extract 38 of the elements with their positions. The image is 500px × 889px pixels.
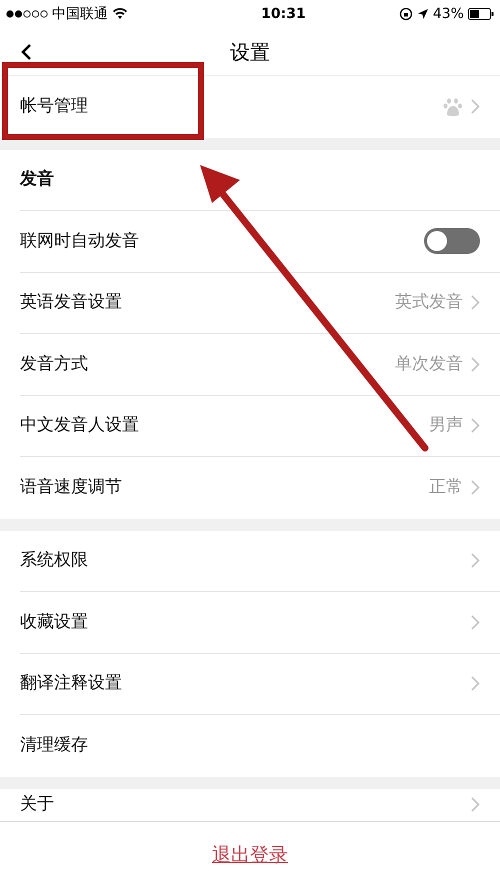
rotation-lock-icon	[398, 7, 413, 21]
logout-link[interactable]: 退出登录	[212, 841, 288, 870]
chevron-right-icon	[471, 553, 480, 568]
row-label: 关于	[20, 792, 54, 816]
back-icon[interactable]	[20, 42, 32, 60]
row-value: 单次发音	[395, 352, 463, 376]
carrier-name: 中国联通	[52, 4, 108, 24]
row-label: 清理缓存	[20, 734, 88, 757]
row-label: 联网时自动发音	[20, 230, 139, 252]
row-label: 中文发音人设置	[20, 414, 139, 437]
battery-icon	[468, 8, 494, 20]
chevron-right-icon	[471, 480, 480, 496]
row-label: 英语发音设置	[20, 291, 122, 314]
row-label: 语音速度调节	[20, 476, 122, 499]
chevron-right-icon	[471, 797, 480, 812]
row-label: 翻译注释设置	[20, 672, 122, 695]
chevron-right-icon	[471, 676, 480, 692]
row-label: 帐号管理	[20, 95, 88, 118]
section-header: 发音	[20, 168, 54, 191]
row-label: 收藏设置	[20, 610, 88, 634]
row-value: 男声	[429, 414, 463, 437]
clock-time: 10:31	[261, 4, 306, 24]
chevron-right-icon	[471, 356, 480, 372]
signal-icon	[6, 10, 48, 18]
chevron-right-icon	[471, 295, 480, 310]
row-label: 系统权限	[20, 549, 88, 572]
chevron-right-icon	[471, 99, 480, 114]
battery-percent: 43%	[432, 4, 464, 24]
wifi-icon	[112, 8, 128, 20]
paw-icon	[443, 96, 463, 117]
toggle-switch[interactable]	[424, 228, 480, 254]
chevron-right-icon	[471, 614, 480, 630]
row-label: 发音方式	[20, 352, 88, 376]
row-value: 英式发音	[395, 291, 463, 314]
chevron-right-icon	[471, 418, 480, 434]
page-title: 设置	[230, 38, 270, 66]
location-arrow-icon	[416, 8, 429, 20]
row-value: 正常	[429, 476, 463, 499]
